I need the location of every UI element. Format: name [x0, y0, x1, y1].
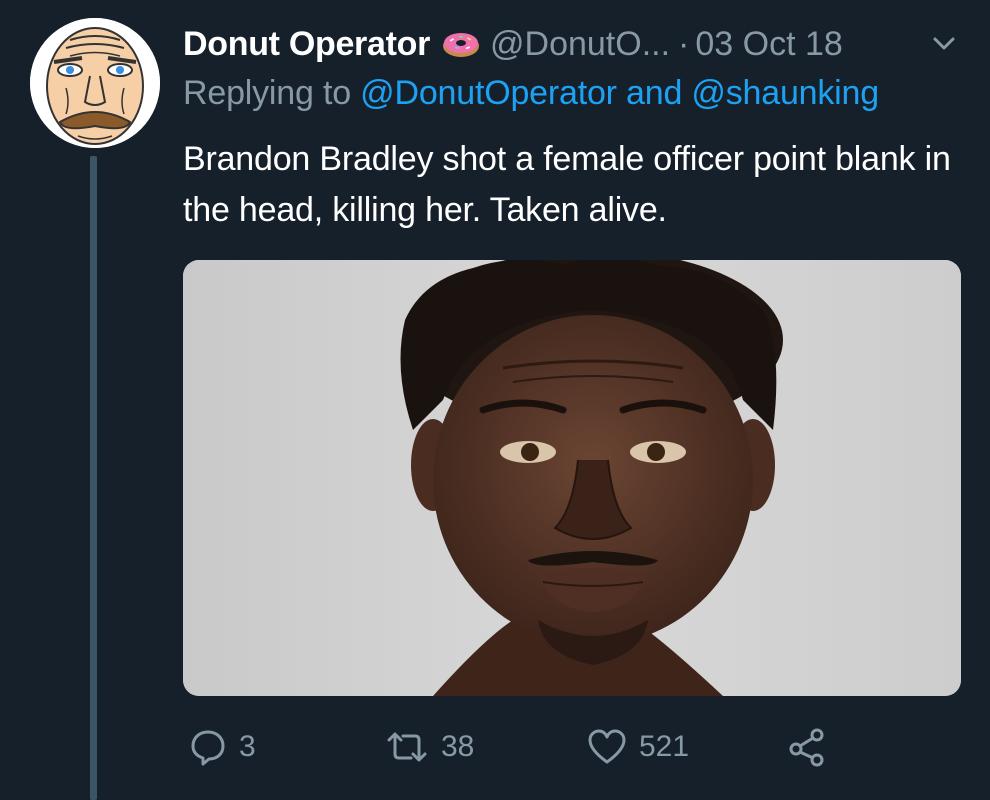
replying-to: Replying to @DonutOperator and @shaunkin… — [183, 74, 879, 113]
retweet-icon — [387, 732, 427, 762]
user-handle[interactable]: @DonutO... — [490, 25, 670, 64]
tweet-actions: 3 38 521 — [183, 722, 963, 772]
reply-button[interactable]: 3 — [189, 722, 256, 772]
tweet-text: Brandon Bradley shot a female officer po… — [183, 140, 951, 229]
donut-emoji-icon — [441, 29, 481, 59]
avatar[interactable] — [30, 18, 160, 148]
tweet-header: Donut Operator @DonutO... · 03 Oct 18 — [183, 22, 843, 66]
retweet-button[interactable]: 38 — [385, 722, 474, 772]
reply-bubble-icon — [191, 730, 225, 766]
tweet-media-photo[interactable] — [183, 260, 961, 696]
like-button[interactable]: 521 — [587, 722, 689, 772]
thread-line — [90, 156, 97, 800]
replying-to-label: Replying to — [183, 74, 351, 112]
dot-separator: · — [678, 24, 690, 63]
mention-donutoperator[interactable]: @DonutOperator — [360, 74, 617, 112]
like-count: 521 — [639, 730, 690, 763]
share-icon — [789, 728, 824, 767]
retweet-count: 38 — [441, 730, 475, 763]
mention-shaunking[interactable]: @shaunking — [691, 74, 879, 112]
tweet[interactable]: Donut Operator @DonutO... · 03 Oct 18 Re… — [0, 0, 990, 800]
heart-icon — [588, 729, 626, 764]
display-name[interactable]: Donut Operator — [183, 25, 430, 64]
reply-count: 3 — [239, 730, 256, 763]
mention-conjunction: and — [626, 74, 683, 112]
avatar-cartoon-face — [30, 18, 160, 148]
timestamp[interactable]: 03 Oct 18 — [695, 25, 842, 64]
mugshot-photo — [183, 260, 961, 696]
chevron-down-icon[interactable] — [930, 30, 958, 58]
share-button[interactable] — [787, 722, 827, 772]
